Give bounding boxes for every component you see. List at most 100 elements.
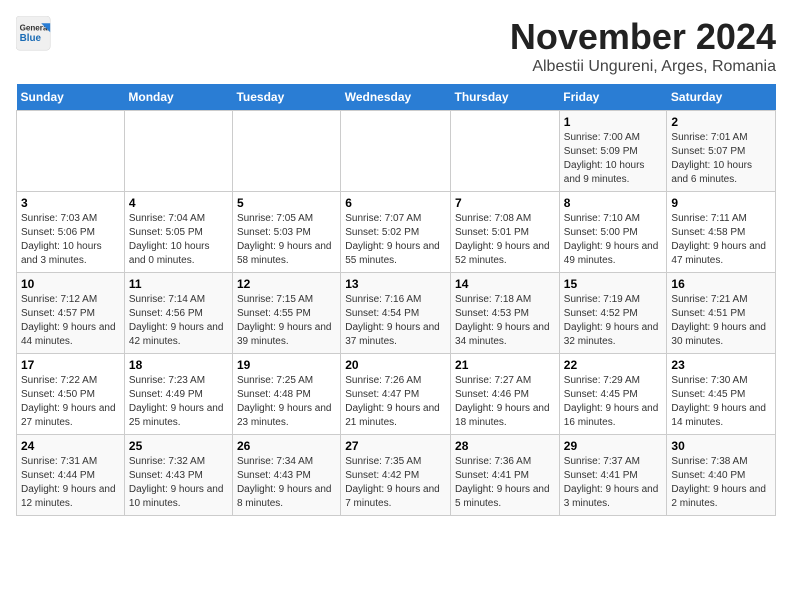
day-number: 27 [345,439,446,453]
calendar-week-4: 17Sunrise: 7:22 AM Sunset: 4:50 PM Dayli… [17,354,776,435]
day-number: 11 [129,277,228,291]
day-number: 28 [455,439,555,453]
calendar-cell [451,111,560,192]
day-info: Sunrise: 7:37 AM Sunset: 4:41 PM Dayligh… [564,455,663,511]
calendar-cell [341,111,451,192]
calendar-cell: 16Sunrise: 7:21 AM Sunset: 4:51 PM Dayli… [667,273,776,354]
day-number: 22 [564,358,663,372]
calendar-cell: 24 Sunrise: 7:31 AM Sunset: 4:44 PM Dayli… [17,435,125,516]
calendar-cell: 29 Sunrise: 7:37 AM Sunset: 4:41 PM Dayli… [559,435,667,516]
calendar-cell: 27 Sunrise: 7:35 AM Sunset: 4:42 PM Dayli… [341,435,451,516]
day-number: 23 [671,358,771,372]
day-number: 10 [21,277,120,291]
day-number: 25 [129,439,228,453]
day-number: 4 [129,196,228,210]
day-number: 3 [21,196,120,210]
day-info: Sunrise: 7:07 AM Sunset: 5:02 PM Dayligh… [345,212,446,268]
day-info: Sunrise: 7:32 AM Sunset: 4:43 PM Dayligh… [129,455,228,511]
day-info: Sunrise: 7:04 AM Sunset: 5:05 PM Dayligh… [129,212,228,268]
calendar-cell: 3Sunrise: 7:03 AM Sunset: 5:06 PM Daylig… [17,192,125,273]
calendar-week-5: 24 Sunrise: 7:31 AM Sunset: 4:44 PM Dayli… [17,435,776,516]
day-number: 1 [564,115,663,129]
header-day-wednesday: Wednesday [341,84,451,111]
calendar-body: 1Sunrise: 7:00 AM Sunset: 5:09 PM Daylig… [17,111,776,516]
day-number: 21 [455,358,555,372]
calendar-table: SundayMondayTuesdayWednesdayThursdayFrid… [16,84,776,516]
calendar-cell: 22Sunrise: 7:29 AM Sunset: 4:45 PM Dayli… [559,354,667,435]
day-info: Sunrise: 7:19 AM Sunset: 4:52 PM Dayligh… [564,293,663,349]
calendar-cell: 28 Sunrise: 7:36 AM Sunset: 4:41 PM Dayli… [451,435,560,516]
day-number: 15 [564,277,663,291]
day-number: 5 [237,196,336,210]
header-day-thursday: Thursday [451,84,560,111]
calendar-cell [124,111,232,192]
calendar-week-3: 10 Sunrise: 7:12 AM Sunset: 4:57 PM Dayli… [17,273,776,354]
day-number: 2 [671,115,771,129]
month-title: November 2024 [510,16,776,58]
day-info: Sunrise: 7:15 AM Sunset: 4:55 PM Dayligh… [237,293,336,349]
day-info: Sunrise: 7:35 AM Sunset: 4:42 PM Dayligh… [345,455,446,511]
day-info: Sunrise: 7:22 AM Sunset: 4:50 PM Dayligh… [21,374,120,430]
day-number: 16 [671,277,771,291]
calendar-cell: 18 Sunrise: 7:23 AM Sunset: 4:49 PM Dayli… [124,354,232,435]
day-number: 26 [237,439,336,453]
day-info: Sunrise: 7:05 AM Sunset: 5:03 PM Dayligh… [237,212,336,268]
day-number: 12 [237,277,336,291]
day-info: Sunrise: 7:36 AM Sunset: 4:41 PM Dayligh… [455,455,555,511]
header-day-friday: Friday [559,84,667,111]
day-number: 9 [671,196,771,210]
page-header: General Blue November 2024 Albestii Ungu… [16,16,776,76]
header-day-saturday: Saturday [667,84,776,111]
day-info: Sunrise: 7:26 AM Sunset: 4:47 PM Dayligh… [345,374,446,430]
day-info: Sunrise: 7:14 AM Sunset: 4:56 PM Dayligh… [129,293,228,349]
day-number: 7 [455,196,555,210]
day-info: Sunrise: 7:12 AM Sunset: 4:57 PM Dayligh… [21,293,120,349]
day-number: 14 [455,277,555,291]
day-number: 24 [21,439,120,453]
header-day-sunday: Sunday [17,84,125,111]
calendar-cell: 12 Sunrise: 7:15 AM Sunset: 4:55 PM Dayli… [232,273,340,354]
calendar-cell: 14 Sunrise: 7:18 AM Sunset: 4:53 PM Dayli… [451,273,560,354]
day-number: 30 [671,439,771,453]
day-info: Sunrise: 7:31 AM Sunset: 4:44 PM Dayligh… [21,455,120,511]
calendar-cell: 4 Sunrise: 7:04 AM Sunset: 5:05 PM Daylig… [124,192,232,273]
day-number: 6 [345,196,446,210]
day-info: Sunrise: 7:08 AM Sunset: 5:01 PM Dayligh… [455,212,555,268]
title-section: November 2024 Albestii Ungureni, Arges, … [510,16,776,76]
calendar-header-row: SundayMondayTuesdayWednesdayThursdayFrid… [17,84,776,111]
svg-text:Blue: Blue [20,33,42,44]
header-day-tuesday: Tuesday [232,84,340,111]
calendar-cell: 30 Sunrise: 7:38 AM Sunset: 4:40 PM Dayli… [667,435,776,516]
calendar-cell: 2Sunrise: 7:01 AM Sunset: 5:07 PM Daylig… [667,111,776,192]
day-info: Sunrise: 7:11 AM Sunset: 4:58 PM Dayligh… [671,212,771,268]
day-info: Sunrise: 7:18 AM Sunset: 4:53 PM Dayligh… [455,293,555,349]
day-info: Sunrise: 7:34 AM Sunset: 4:43 PM Dayligh… [237,455,336,511]
calendar-cell: 10 Sunrise: 7:12 AM Sunset: 4:57 PM Dayli… [17,273,125,354]
day-number: 19 [237,358,336,372]
logo-icon: General Blue [16,16,52,52]
day-info: Sunrise: 7:27 AM Sunset: 4:46 PM Dayligh… [455,374,555,430]
calendar-cell: 23 Sunrise: 7:30 AM Sunset: 4:45 PM Dayli… [667,354,776,435]
calendar-cell: 1Sunrise: 7:00 AM Sunset: 5:09 PM Daylig… [559,111,667,192]
calendar-cell: 8 Sunrise: 7:10 AM Sunset: 5:00 PM Daylig… [559,192,667,273]
day-number: 18 [129,358,228,372]
day-info: Sunrise: 7:25 AM Sunset: 4:48 PM Dayligh… [237,374,336,430]
calendar-week-2: 3Sunrise: 7:03 AM Sunset: 5:06 PM Daylig… [17,192,776,273]
calendar-cell: 6 Sunrise: 7:07 AM Sunset: 5:02 PM Daylig… [341,192,451,273]
day-info: Sunrise: 7:10 AM Sunset: 5:00 PM Dayligh… [564,212,663,268]
calendar-cell: 26 Sunrise: 7:34 AM Sunset: 4:43 PM Dayli… [232,435,340,516]
day-info: Sunrise: 7:23 AM Sunset: 4:49 PM Dayligh… [129,374,228,430]
header-day-monday: Monday [124,84,232,111]
day-number: 29 [564,439,663,453]
day-number: 8 [564,196,663,210]
calendar-cell: 20 Sunrise: 7:26 AM Sunset: 4:47 PM Dayli… [341,354,451,435]
calendar-cell [17,111,125,192]
logo: General Blue [16,16,52,52]
location-subtitle: Albestii Ungureni, Arges, Romania [510,58,776,76]
calendar-cell: 11 Sunrise: 7:14 AM Sunset: 4:56 PM Dayli… [124,273,232,354]
day-info: Sunrise: 7:38 AM Sunset: 4:40 PM Dayligh… [671,455,771,511]
calendar-cell [232,111,340,192]
day-number: 13 [345,277,446,291]
day-number: 20 [345,358,446,372]
day-info: Sunrise: 7:30 AM Sunset: 4:45 PM Dayligh… [671,374,771,430]
